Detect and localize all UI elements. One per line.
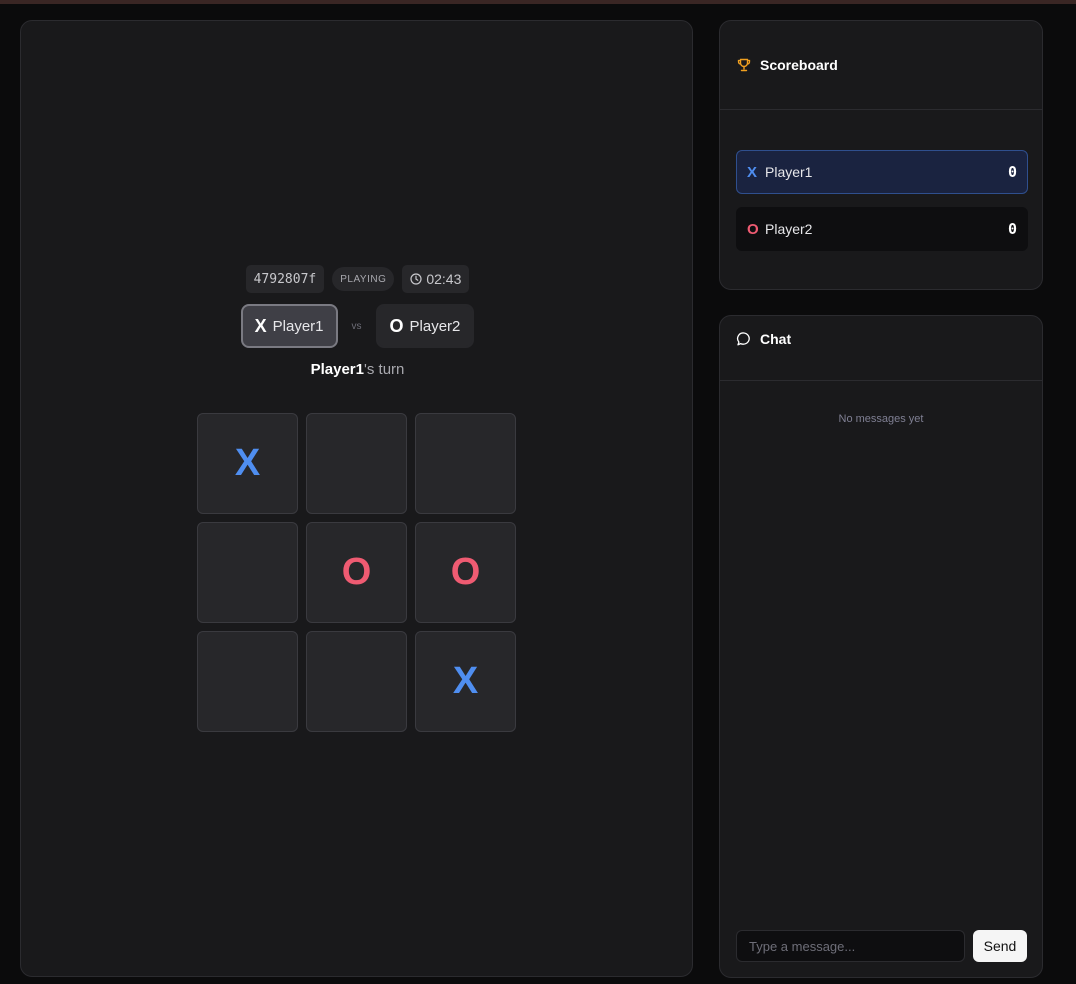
score-row-player2: O Player2 0 (736, 207, 1028, 251)
player-o-chip: O Player2 (375, 304, 475, 348)
vs-label: vs (351, 320, 362, 332)
game-board: X O O X (197, 413, 517, 733)
board-cell[interactable]: O (306, 522, 407, 623)
chat-bubble-icon (736, 331, 752, 347)
turn-indicator: Player1's turn (21, 361, 694, 378)
score-mark-x: X (747, 163, 758, 181)
chat-empty-state: No messages yet (838, 413, 924, 425)
game-panel: 4792807f PLAYING 02:43 X Player1 vs O Pl… (20, 20, 693, 977)
score-mark-o: O (747, 220, 759, 238)
board-cell[interactable] (306, 631, 407, 732)
board-cell[interactable] (197, 631, 298, 732)
game-timer: 02:43 (402, 265, 470, 293)
player-x-chip: X Player1 (240, 304, 338, 348)
clock-icon (410, 273, 422, 285)
game-meta: 4792807f PLAYING 02:43 (21, 265, 694, 293)
turn-player: Player1 (310, 361, 364, 378)
chat-title: Chat (760, 331, 792, 347)
send-button[interactable]: Send (973, 930, 1027, 962)
board-cell[interactable]: X (197, 413, 298, 514)
chat-header: Chat (720, 316, 1042, 381)
score-value: 0 (1007, 220, 1017, 238)
board-cell[interactable] (415, 413, 516, 514)
scoreboard-title: Scoreboard (760, 57, 838, 73)
game-status-badge: PLAYING (332, 267, 395, 291)
players-row: X Player1 vs O Player2 (21, 304, 694, 348)
score-value: 0 (1007, 163, 1017, 181)
board-cell[interactable]: X (415, 631, 516, 732)
score-row-player1: X Player1 0 (736, 150, 1028, 194)
board-cell[interactable]: O (415, 522, 516, 623)
game-id-badge: 4792807f (245, 265, 325, 293)
player-o-mark: O (389, 315, 404, 336)
timer-value: 02:43 (426, 271, 462, 287)
board-cell[interactable] (306, 413, 407, 514)
player-x-name: Player1 (272, 317, 324, 335)
chat-message-input[interactable] (736, 930, 965, 962)
trophy-icon (736, 57, 752, 73)
scoreboard-header: Scoreboard (720, 21, 1042, 110)
score-name: Player2 (765, 221, 813, 237)
scoreboard-panel: Scoreboard X Player1 0 O Player2 0 (719, 20, 1043, 290)
player-x-mark: X (254, 315, 267, 336)
turn-suffix: 's turn (364, 361, 405, 378)
player-o-name: Player2 (409, 317, 461, 335)
board-cell[interactable] (197, 522, 298, 623)
chat-panel: Chat No messages yet Send (719, 315, 1043, 978)
score-name: Player1 (765, 164, 813, 180)
top-border (0, 0, 1076, 4)
